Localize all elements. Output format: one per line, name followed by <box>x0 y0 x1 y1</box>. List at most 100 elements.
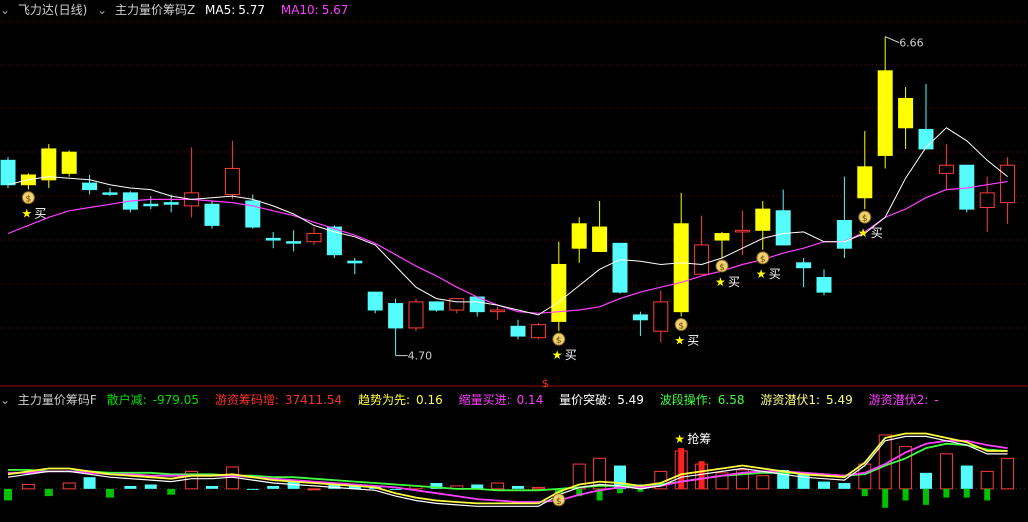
candle-body <box>836 220 852 249</box>
volume-bar <box>818 481 830 489</box>
candle-body <box>796 262 812 269</box>
stat-label: 游资潜伏1: <box>760 393 821 407</box>
retail-bar <box>44 488 53 497</box>
volume-bar <box>246 488 259 490</box>
stat-value: 0.14 <box>516 393 544 407</box>
hot-money-bar <box>902 488 909 501</box>
candle-body <box>918 128 934 150</box>
money-bag-icon-glyph: $ <box>26 195 32 205</box>
volume-bar <box>267 485 280 489</box>
stat-item: 游资筹码增: 37411.54 <box>215 393 348 407</box>
indicator-name[interactable]: 主力量价筹码Z <box>115 3 195 17</box>
indicator-menu-icon[interactable]: ⌄ <box>97 3 107 17</box>
high-pointer <box>885 36 900 44</box>
buy-label: 买 <box>728 275 740 289</box>
stat-item: 量价突破: 5.49 <box>559 393 650 407</box>
candle-body <box>61 151 77 174</box>
volume-bar <box>21 483 35 490</box>
volume-bar <box>980 470 994 490</box>
hot-money-bar <box>882 488 889 508</box>
money-bag-icon-glyph: $ <box>760 255 766 265</box>
volume-bar <box>206 485 218 489</box>
volume-bar <box>1001 457 1015 490</box>
candle-body <box>286 241 302 244</box>
buy-star-icon: ★ <box>756 267 767 281</box>
stat-value: -979.05 <box>152 393 199 407</box>
volume-bar <box>389 488 402 490</box>
main-price-chart[interactable]: $$$$$$★ 买★ 买★ 买★ 买★ 买★ 买6.664.70$ <box>0 0 1028 388</box>
retail-bar <box>4 488 12 501</box>
buy-star-icon: ★ <box>715 275 726 289</box>
candle-body <box>306 233 322 243</box>
volume-bar <box>756 475 770 490</box>
stat-value: 6.58 <box>717 393 745 407</box>
buy-label: 买 <box>769 267 781 281</box>
volume-bar <box>124 485 137 489</box>
high-price-label: 6.66 <box>899 37 924 50</box>
volume-bar <box>838 483 851 489</box>
buy-star-icon: ★ <box>552 348 563 362</box>
grab-label: 抢筹 <box>687 431 711 446</box>
stat-label: 量价突破: <box>559 393 612 407</box>
stat-item: 趋势为先: 0.16 <box>358 393 449 407</box>
volume-bar <box>307 488 321 491</box>
divider-dollar-marker: $ <box>542 377 549 388</box>
hot-money-bar <box>861 488 868 497</box>
ma5-line <box>7 127 1008 316</box>
collapse-chevron-icon[interactable]: ⌄ <box>0 3 10 17</box>
volume-bar <box>960 465 973 489</box>
candle-body <box>510 325 526 337</box>
buy-star-icon: ★ <box>674 334 685 348</box>
volume-bar <box>144 484 157 489</box>
hot-money-bar <box>617 488 623 494</box>
stat-value: 37411.54 <box>284 393 343 407</box>
stock-title: 飞力达(日线) <box>17 3 88 17</box>
candle-body <box>224 167 240 195</box>
candle-body <box>857 166 873 199</box>
sub-indicator-name[interactable]: 主力量价筹码F <box>18 393 97 407</box>
money-bag-icon-glyph: $ <box>556 336 562 346</box>
candle-body <box>714 233 730 241</box>
stat-label: 波段操作: <box>659 393 712 407</box>
volume-bar <box>531 486 545 490</box>
stat-label: 散户减: <box>106 393 147 407</box>
candle-body <box>367 291 383 311</box>
ma5-key: MA5: <box>205 3 236 17</box>
candle-body <box>1000 164 1016 204</box>
ma5-label: MA5: 5.77 <box>205 3 271 17</box>
volume-bar <box>83 477 96 489</box>
hot-money-bar <box>943 488 950 498</box>
volume-buy-line <box>8 439 1008 503</box>
ma10-label: MA10: 5.67 <box>281 3 355 17</box>
sub-indicator-menu-icon[interactable]: ⌄ <box>0 393 10 407</box>
buy-label: 买 <box>687 334 699 348</box>
main-chart-header: ⌄ 飞力达(日线) ⌄ 主力量价筹码Z MA5: 5.77 MA10: 5.67 <box>0 1 360 19</box>
candle-body <box>0 159 16 186</box>
candle-body <box>694 244 710 275</box>
candle-body <box>265 237 281 241</box>
money-bag-icon-glyph: $ <box>719 263 725 273</box>
candle-body <box>632 314 648 321</box>
volume-bar <box>491 482 505 490</box>
sub-chart-header: ⌄ 主力量价筹码F 散户减: -979.05 游资筹码增: 37411.54 趋势为… <box>0 391 951 409</box>
stat-item: 波段操作: 6.58 <box>660 393 751 407</box>
low-price-label: 4.70 <box>408 350 433 363</box>
volume-bar <box>920 472 932 489</box>
candle-body <box>979 192 995 209</box>
ma10-line <box>7 180 1008 314</box>
candle-body <box>734 229 750 233</box>
candle-body <box>449 298 465 311</box>
candle-body <box>163 202 179 205</box>
grab-star-icon: ★ <box>674 432 685 446</box>
stat-item: 缩量买进: 0.14 <box>459 393 550 407</box>
volume-bar <box>939 453 953 490</box>
candle-body <box>755 208 771 231</box>
buy-label: 买 <box>565 348 577 362</box>
volume-bar <box>62 482 76 490</box>
hot-money-bar <box>984 488 991 501</box>
buy-star-icon: ★ <box>858 226 869 240</box>
hot-money-bar <box>963 488 970 498</box>
hot-money-bar <box>923 488 929 505</box>
candle-body <box>490 309 506 313</box>
candle-body <box>592 226 608 252</box>
